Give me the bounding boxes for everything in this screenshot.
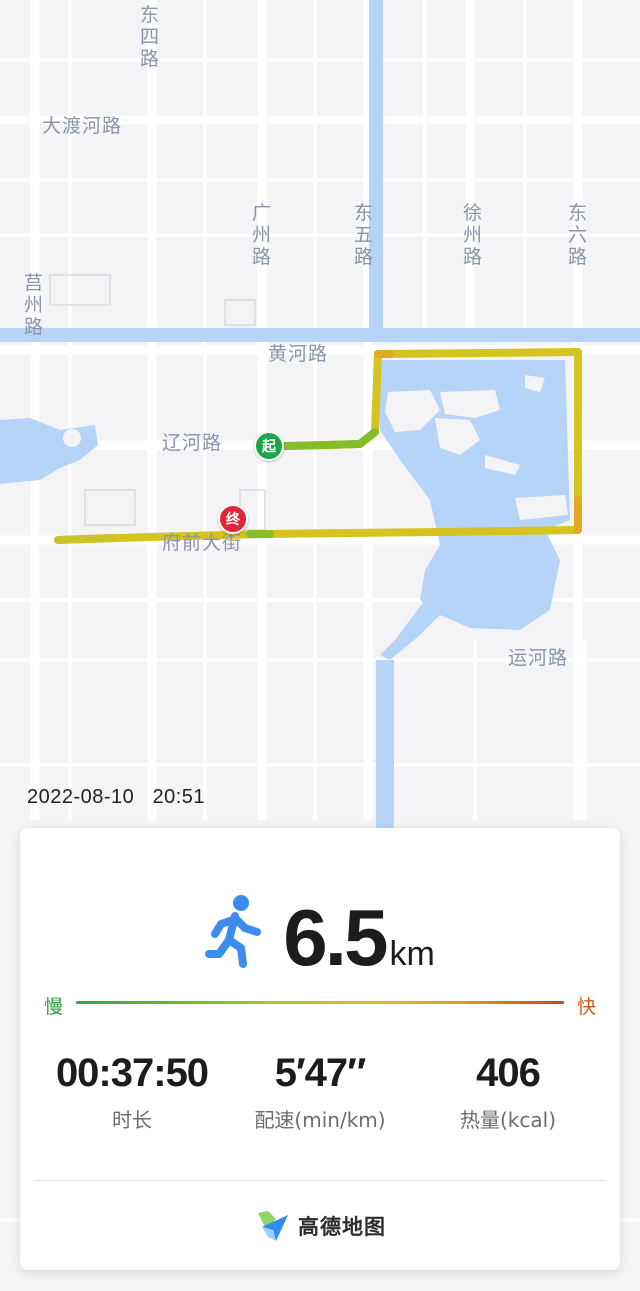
stat-pace: 5′47″ 配速(min/km)	[220, 1050, 420, 1133]
stat-duration: 00:37:50 时长	[32, 1050, 232, 1133]
run-date: 2022-08-10	[27, 786, 135, 808]
calories-label: 热量(kcal)	[460, 1108, 556, 1132]
distance-value: 6.5	[283, 893, 388, 982]
brand-name: 高德地图	[298, 1215, 386, 1239]
running-person-icon	[205, 895, 262, 968]
calories-value: 406	[476, 1051, 541, 1095]
road-label-dongliu: 东六路	[567, 202, 588, 268]
duration-value: 00:37:50	[55, 1051, 209, 1095]
run-timestamp: 2022-08-10 20:51	[27, 786, 205, 809]
distance-row: 6.5 km	[20, 888, 620, 978]
road-label-fuqian: 府前大街	[162, 532, 243, 554]
road-label-dadu: 大渡河路	[42, 115, 123, 137]
pace-label: 配速(min/km)	[254, 1108, 386, 1132]
road-label-dongwu: 东五路	[353, 202, 374, 268]
pace-gradient-bar	[76, 1001, 564, 1004]
pace-value: 5′47″	[274, 1051, 367, 1095]
run-time: 20:51	[152, 786, 206, 808]
distance-unit: km	[389, 935, 435, 973]
card-divider	[34, 1180, 606, 1181]
road-label-guangzhou: 广州路	[251, 202, 272, 268]
road-label-yunhe: 运河路	[508, 647, 569, 669]
road-label-dongsi: 东四路	[139, 4, 160, 70]
road-label-juzhou: 莒州路	[23, 272, 44, 338]
run-summary-card: 6.5 km 慢 快 00:37:50 时长 5′47″ 配速(min/km) …	[20, 828, 620, 1270]
amap-logo-icon	[258, 1211, 288, 1241]
end-marker[interactable]: 终	[218, 504, 248, 534]
stat-calories: 406 热量(kcal)	[408, 1050, 608, 1133]
duration-label: 时长	[112, 1108, 152, 1132]
pace-slow-label: 慢	[44, 996, 64, 1018]
start-marker[interactable]: 起	[254, 431, 284, 461]
stats-row: 00:37:50 时长 5′47″ 配速(min/km) 406 热量(kcal…	[20, 1050, 620, 1140]
road-label-liaohe: 辽河路	[162, 432, 223, 454]
pace-fast-label: 快	[576, 996, 596, 1018]
road-label-xuzhou: 徐州路	[462, 202, 483, 268]
brand-footer[interactable]: 高德地图	[20, 1204, 620, 1248]
road-label-huanghe: 黄河路	[268, 343, 329, 365]
